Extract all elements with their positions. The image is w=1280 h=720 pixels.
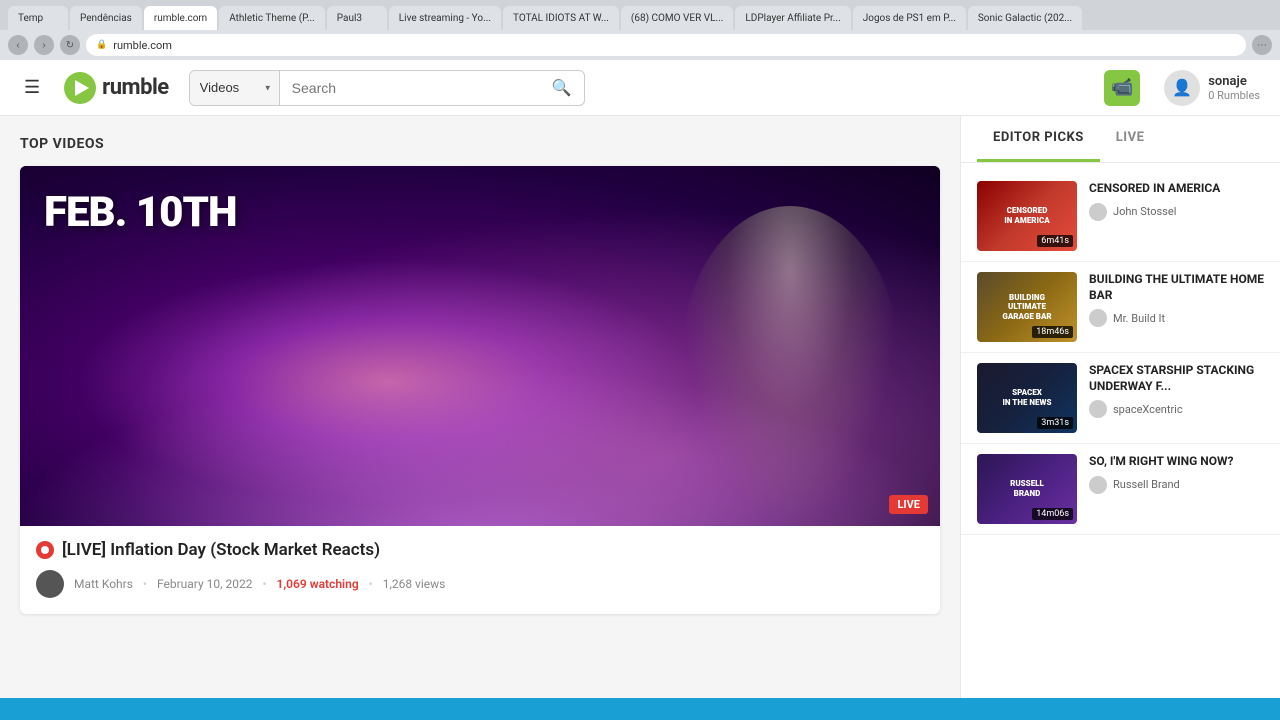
page-content: ☰ rumble Videos Channels 🔍 📹 👤 s (0, 60, 1280, 698)
tab-editor-picks[interactable]: EDITOR PICKS (977, 116, 1100, 162)
tab-live[interactable]: LIVE (1100, 116, 1161, 162)
author-avatar-3 (1089, 400, 1107, 418)
sidebar-item-title-3: SpaceX Starship Stacking Underway F... (1089, 363, 1264, 394)
duration-2: 18m46s (1032, 326, 1073, 338)
live-badge: LIVE (889, 495, 928, 514)
featured-info: [LIVE] Inflation Day (Stock Market React… (20, 526, 940, 614)
browser-tab-pendencias[interactable]: Pendências (70, 6, 142, 30)
browser-tab-temp[interactable]: Temp (8, 6, 68, 30)
author-avatar-1 (1089, 203, 1107, 221)
sidebar-item-info-1: Censored in America John Stossel (1089, 181, 1264, 221)
live-dot (36, 541, 54, 559)
avatar: 👤 (1164, 70, 1200, 106)
forward-button[interactable]: › (34, 35, 54, 55)
sidebar-item-2[interactable]: BUILDINGULTIMATEGARAGE BAR 18m46s BUILDI… (961, 262, 1280, 353)
sidebar-thumb-4: RUSSELLBRAND 14m06s (977, 454, 1077, 524)
featured-video[interactable]: FEB. 10TH LIVE [LIVE] Inflation Day (Sto… (20, 166, 940, 614)
search-button[interactable]: 🔍 (540, 71, 584, 105)
right-sidebar: EDITOR PICKS LIVE CENSOREDin America 6m4… (960, 116, 1280, 698)
author-avatar-4 (1089, 476, 1107, 494)
featured-video-title: [LIVE] Inflation Day (Stock Market React… (36, 540, 924, 560)
sidebar-item-info-4: So, I'm Right Wing Now? Russell Brand (1089, 454, 1264, 494)
user-info: sonaje 0 Rumbles (1208, 74, 1260, 102)
search-type-select[interactable]: Videos Channels (190, 71, 280, 105)
video-date: February 10, 2022 (157, 577, 252, 591)
address-text: rumble.com (113, 39, 172, 52)
section-title: TOP VIDEOS (20, 136, 940, 152)
main-layout: TOP VIDEOS FEB. 10TH LIVE [LIV (0, 116, 1280, 698)
extensions-button[interactable]: ⋯ (1252, 35, 1272, 55)
featured-meta: Matt Kohrs • February 10, 2022 • 1,069 w… (36, 570, 924, 598)
play-icon (75, 80, 89, 96)
lock-icon: 🔒 (96, 40, 107, 50)
rumbles-count: 0 Rumbles (1208, 89, 1260, 102)
sidebar-tabs: EDITOR PICKS LIVE (961, 116, 1280, 163)
search-input[interactable] (280, 71, 540, 105)
sidebar-item-info-2: BUILDING THE ULTIMATE HOME BAR Mr. Build… (1089, 272, 1264, 327)
featured-title-overlay: FEB. 10TH (20, 166, 260, 260)
sidebar-thumb-2: BUILDINGULTIMATEGARAGE BAR 18m46s (977, 272, 1077, 342)
browser-toolbar: ‹ › ↻ 🔒 rumble.com ⋯ (0, 30, 1280, 60)
browser-tab-athletic[interactable]: Athletic Theme (P... (219, 6, 325, 30)
sidebar-item-author-2: Mr. Build It (1089, 309, 1264, 327)
address-bar[interactable]: 🔒 rumble.com (86, 34, 1246, 56)
navbar: ☰ rumble Videos Channels 🔍 📹 👤 s (0, 60, 1280, 116)
duration-4: 14m06s (1032, 508, 1073, 520)
sidebar-item-title-1: Censored in America (1089, 181, 1264, 197)
sidebar-item-author-1: John Stossel (1089, 203, 1264, 221)
sidebar-item-1[interactable]: CENSOREDin America 6m41s Censored in Ame… (961, 171, 1280, 262)
sidebar-thumb-3: SpaceXIN THE NEWS 3m31s (977, 363, 1077, 433)
browser-tab-livestream[interactable]: Live streaming - Yo... (389, 6, 501, 30)
browser-tab-rumble[interactable]: rumble.com (144, 6, 217, 30)
views-count: 1,268 views (383, 577, 446, 591)
browser-tab-sonic[interactable]: Sonic Galactic (202... (968, 6, 1082, 30)
go-live-button[interactable]: 📹 (1100, 66, 1144, 110)
author-avatar (36, 570, 64, 598)
back-button[interactable]: ‹ (8, 35, 28, 55)
username: sonaje (1208, 74, 1260, 89)
author-avatar-2 (1089, 309, 1107, 327)
browser-tab-idiots[interactable]: TOTAL IDIOTS AT W... (503, 6, 619, 30)
search-type-wrapper: Videos Channels (190, 71, 280, 105)
main-content: TOP VIDEOS FEB. 10TH LIVE [LIV (0, 116, 960, 698)
sidebar-item-author-3: spaceXcentric (1089, 400, 1264, 418)
search-container: Videos Channels 🔍 (189, 70, 585, 106)
watching-count: 1,069 watching (277, 577, 359, 591)
browser-tabs: Temp Pendências rumble.com Athletic Them… (0, 0, 1280, 30)
sidebar-items: CENSOREDin America 6m41s Censored in Ame… (961, 163, 1280, 698)
sidebar-item-4[interactable]: RUSSELLBRAND 14m06s So, I'm Right Wing N… (961, 444, 1280, 535)
hamburger-button[interactable]: ☰ (20, 73, 44, 102)
duration-1: 6m41s (1037, 235, 1073, 247)
browser-tab-como[interactable]: (68) COMO VER VL... (621, 6, 733, 30)
sidebar-thumb-1: CENSOREDin America 6m41s (977, 181, 1077, 251)
browser-tab-paul3[interactable]: Paul3 (327, 6, 387, 30)
logo[interactable]: rumble (64, 72, 169, 104)
duration-3: 3m31s (1037, 417, 1073, 429)
sidebar-item-title-4: So, I'm Right Wing Now? (1089, 454, 1264, 470)
sidebar-item-info-3: SpaceX Starship Stacking Underway F... s… (1089, 363, 1264, 418)
camera-icon: 📹 (1104, 70, 1140, 106)
sidebar-item-title-2: BUILDING THE ULTIMATE HOME BAR (1089, 272, 1264, 303)
logo-icon (64, 72, 96, 104)
author-name: Matt Kohrs (74, 577, 133, 591)
featured-thumbnail: FEB. 10TH LIVE (20, 166, 940, 526)
browser-tab-jogos[interactable]: Jogos de PS1 em P... (853, 6, 966, 30)
logo-text: rumble (102, 75, 169, 100)
browser-tab-ldplayer[interactable]: LDPlayer Affiliate Pr... (735, 6, 850, 30)
user-area[interactable]: 👤 sonaje 0 Rumbles (1164, 70, 1260, 106)
sidebar-item-3[interactable]: SpaceXIN THE NEWS 3m31s SpaceX Starship … (961, 353, 1280, 444)
sidebar-item-author-4: Russell Brand (1089, 476, 1264, 494)
reload-button[interactable]: ↻ (60, 35, 80, 55)
